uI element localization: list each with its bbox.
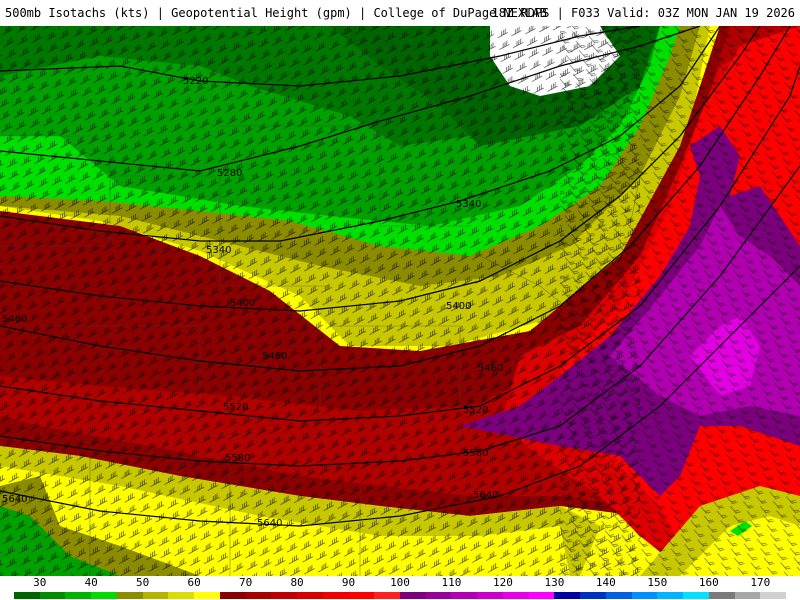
legend-swatch (605, 592, 632, 599)
legend-swatch (194, 592, 221, 599)
legend-swatch (219, 592, 246, 599)
legend-swatch (425, 592, 452, 599)
legend-tick-label: 50 (136, 576, 150, 589)
map-title: 500mb Isotachs (kts) | Geopotential Heig… (5, 6, 547, 20)
legend-tick-label: 90 (341, 576, 356, 589)
contour-label: 5340 (456, 199, 481, 210)
legend-tick-label: 150 (647, 576, 668, 589)
legend-tick-label: 100 (390, 576, 410, 589)
legend-swatch (477, 592, 504, 599)
legend-tick-label: 60 (187, 576, 201, 589)
contour-label: 5640 (257, 518, 282, 529)
contour-label: 5340 (206, 245, 231, 256)
contour-label: 5640 (2, 494, 27, 505)
contour-label: 5640 (473, 490, 498, 501)
model-run-info: 18Z RDPS | F033 Valid: 03Z MON JAN 19 20… (491, 6, 795, 20)
contour-label: 5460 (478, 363, 503, 374)
color-legend: 30 40 50 60 70 80 90 100 110 120 130 140 150 160 170 (0, 576, 800, 600)
legend-tick-label: 30 (33, 576, 47, 589)
contour-label: 5280 (217, 168, 242, 179)
legend-tick-label: 160 (698, 576, 719, 589)
legend-swatch (116, 592, 143, 599)
legend-swatch (657, 592, 684, 599)
legend-swatch (580, 592, 607, 599)
legend-swatch (322, 592, 349, 599)
legend-swatch (708, 592, 735, 599)
legend-swatch (683, 592, 710, 599)
legend-swatch (168, 592, 195, 599)
legend-swatch (631, 592, 658, 599)
contour-label: 5520 (223, 402, 248, 413)
legend-swatch (14, 592, 40, 599)
contour-label: 5580 (225, 453, 250, 464)
contour-label: 5460 (262, 351, 287, 362)
legend-tick-label: 110 (441, 576, 462, 589)
legend-tick-label: 80 (290, 576, 304, 589)
legend-swatch (348, 592, 375, 599)
contour-label: 5460 (2, 314, 27, 325)
contour-label: 5400 (230, 298, 255, 309)
legend-tick-label: 140 (595, 576, 616, 589)
legend-swatch (245, 592, 272, 599)
title-bar: 500mb Isotachs (kts) | Geopotential Heig… (0, 0, 800, 26)
legend-swatch (297, 592, 324, 599)
legend-swatch (91, 592, 118, 599)
legend-swatch (554, 592, 581, 599)
legend-color-bar (14, 592, 787, 599)
legend-tick-label: 40 (84, 576, 98, 589)
isotach-map-svg: 5220 5280 5340 5340 5400 5400 5460 5460 … (0, 26, 800, 576)
legend-swatch (502, 592, 529, 599)
legend-swatch (65, 592, 92, 599)
legend-swatch (760, 592, 787, 599)
contour-label: 5580 (463, 448, 488, 459)
legend-swatch (374, 592, 401, 599)
contour-label: 5400 (446, 301, 471, 312)
legend-swatch (400, 592, 426, 599)
legend-swatch (271, 592, 298, 599)
weather-map: 5220 5280 5340 5340 5400 5400 5460 5460 … (0, 26, 800, 576)
wind-barbs-east (560, 26, 800, 576)
legend-tick-label: 170 (750, 576, 771, 589)
wind-barbs-west (0, 26, 640, 576)
contour-label: 5520 (463, 405, 488, 416)
legend-tick-label: 120 (492, 576, 513, 589)
legend-swatch (142, 592, 169, 599)
legend-swatch (734, 592, 761, 599)
legend-swatch (451, 592, 478, 599)
contour-label: 5220 (183, 76, 208, 87)
legend-tick-label: 70 (238, 576, 253, 589)
legend-tick-label: 130 (544, 576, 565, 589)
legend-swatch (528, 592, 555, 599)
legend-swatch (39, 592, 66, 599)
